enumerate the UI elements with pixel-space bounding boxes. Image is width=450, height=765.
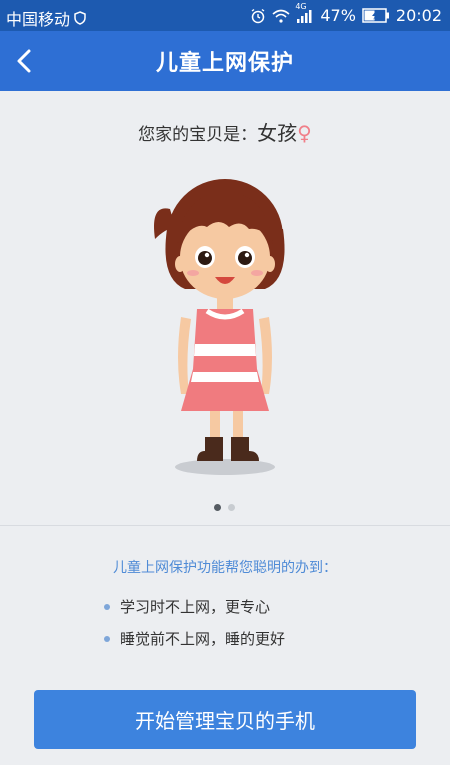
page-dot-active[interactable] [214, 504, 221, 511]
signal-icon: 4G [295, 2, 314, 24]
page-dot[interactable] [228, 504, 235, 511]
alarm-icon [250, 8, 266, 24]
feature-intro: 儿童上网保护功能帮您聪明的办到： [113, 560, 337, 576]
child-gender-line[interactable]: 您家的宝贝是：女孩♀ [0, 117, 450, 146]
status-bar: 中国移动 4G 47% 20:02 [0, 0, 450, 31]
carrier-name: 中国移动 [6, 10, 71, 29]
network-type: 4G [295, 1, 307, 11]
gender-value: 女孩 [257, 121, 298, 145]
page-indicator [214, 504, 235, 511]
battery-percent: 47% [320, 6, 356, 25]
page-title: 儿童上网保护 [155, 51, 294, 76]
start-manage-button[interactable]: 开始管理宝贝的手机 [34, 690, 416, 749]
feature-item: 睡觉前不上网，睡的更好 [104, 628, 285, 649]
girl-illustration [154, 179, 285, 475]
status-right: 4G 47% 20:02 [250, 2, 442, 25]
feature-item-text: 睡觉前不上网，睡的更好 [120, 630, 286, 648]
bullet-icon [104, 603, 110, 610]
feature-item-text: 学习时不上网，更专心 [120, 598, 271, 616]
female-symbol-icon: ♀ [297, 121, 312, 145]
shield-icon [74, 11, 86, 25]
bullet-icon [104, 635, 110, 642]
gender-label: 您家的宝贝是： [138, 125, 258, 145]
feature-item: 学习时不上网，更专心 [104, 596, 270, 617]
battery-charging-icon [362, 8, 390, 23]
clock-time: 20:02 [395, 6, 442, 25]
divider [0, 525, 450, 526]
status-left: 中国移动 [6, 6, 86, 30]
wifi-icon [272, 9, 290, 23]
main-content: 您家的宝贝是：女孩♀ 儿童上网保护功能帮您聪明的办到： 学习时不上网，更专心 睡… [0, 91, 450, 765]
app-header: 儿童上网保护 [0, 31, 450, 91]
